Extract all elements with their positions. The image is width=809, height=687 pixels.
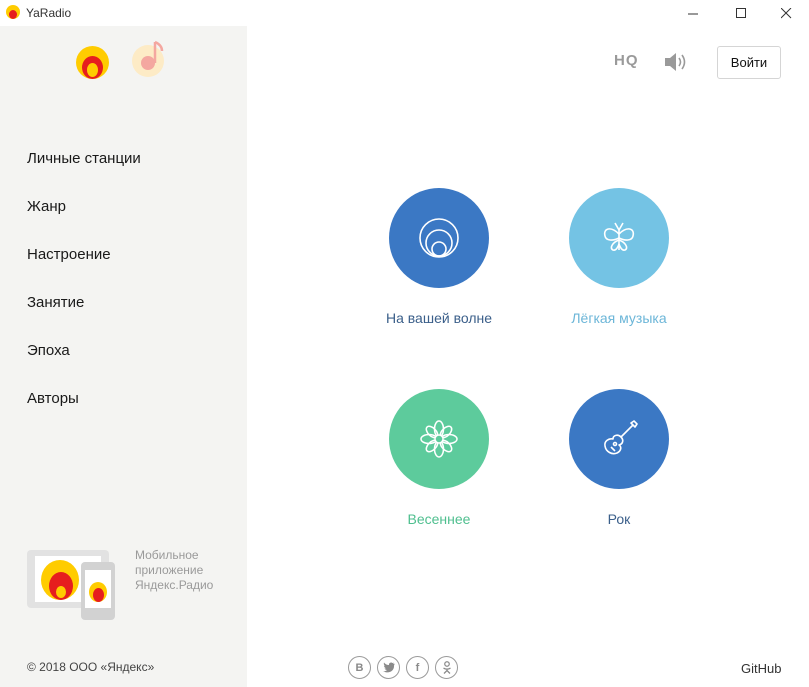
- minimize-icon: [687, 13, 698, 14]
- sidebar-item-personal-stations[interactable]: Личные станции: [27, 150, 141, 198]
- close-button[interactable]: [763, 0, 809, 26]
- station-label[interactable]: На вашей волне: [369, 310, 509, 326]
- mobile-app-promo[interactable]: Мобильное приложение Яндекс.Радио: [27, 548, 237, 620]
- station-label[interactable]: Весеннее: [369, 511, 509, 527]
- butterfly-icon: [603, 222, 635, 251]
- window-title: YaRadio: [26, 6, 72, 20]
- maximize-icon: [735, 7, 746, 18]
- maximize-button[interactable]: [718, 0, 764, 26]
- promo-text: Мобильное приложение Яндекс.Радио: [135, 548, 214, 592]
- station-label[interactable]: Рок: [549, 511, 689, 527]
- minimize-button[interactable]: [670, 0, 716, 26]
- sidebar: Личные станции Жанр Настроение Занятие Э…: [0, 26, 247, 687]
- station-circle[interactable]: [389, 188, 489, 288]
- station-spring[interactable]: Весеннее: [369, 389, 509, 539]
- sidebar-item-genre[interactable]: Жанр: [27, 198, 141, 246]
- station-circle[interactable]: [569, 389, 669, 489]
- station-rock[interactable]: Рок: [549, 389, 689, 539]
- app-logo-icon: [6, 5, 20, 19]
- copyright: © 2018 ООО «Яндекс»: [27, 660, 155, 674]
- sidebar-item-epoch[interactable]: Эпоха: [27, 342, 141, 390]
- phone-illustration: [81, 562, 115, 620]
- volume-icon[interactable]: [664, 51, 690, 73]
- social-links: В f: [348, 656, 458, 680]
- close-icon: [780, 7, 791, 18]
- sidebar-item-activity[interactable]: Занятие: [27, 294, 141, 342]
- github-link[interactable]: GitHub: [741, 661, 781, 676]
- station-label[interactable]: Лёгкая музыка: [549, 310, 689, 326]
- flower-icon: [420, 420, 458, 458]
- music-note-icon[interactable]: [132, 39, 168, 79]
- sidebar-item-mood[interactable]: Настроение: [27, 246, 141, 294]
- facebook-icon[interactable]: f: [406, 656, 429, 679]
- odnoklassniki-icon[interactable]: [435, 656, 458, 679]
- vk-icon[interactable]: В: [348, 656, 371, 679]
- yandex-radio-logo-icon[interactable]: [76, 46, 109, 79]
- guitar-icon: [604, 420, 638, 455]
- login-button[interactable]: Войти: [717, 46, 781, 79]
- sidebar-item-authors[interactable]: Авторы: [27, 390, 141, 438]
- wave-icon: [419, 218, 459, 258]
- station-circle[interactable]: [389, 389, 489, 489]
- sidebar-nav: Личные станции Жанр Настроение Занятие Э…: [27, 150, 141, 438]
- title-bar: YaRadio: [0, 0, 809, 26]
- station-light-music[interactable]: Лёгкая музыка: [549, 188, 689, 338]
- station-circle[interactable]: [569, 188, 669, 288]
- station-your-wave[interactable]: На вашей волне: [369, 188, 509, 338]
- twitter-icon[interactable]: [377, 656, 400, 679]
- hq-toggle[interactable]: HQ: [614, 52, 646, 70]
